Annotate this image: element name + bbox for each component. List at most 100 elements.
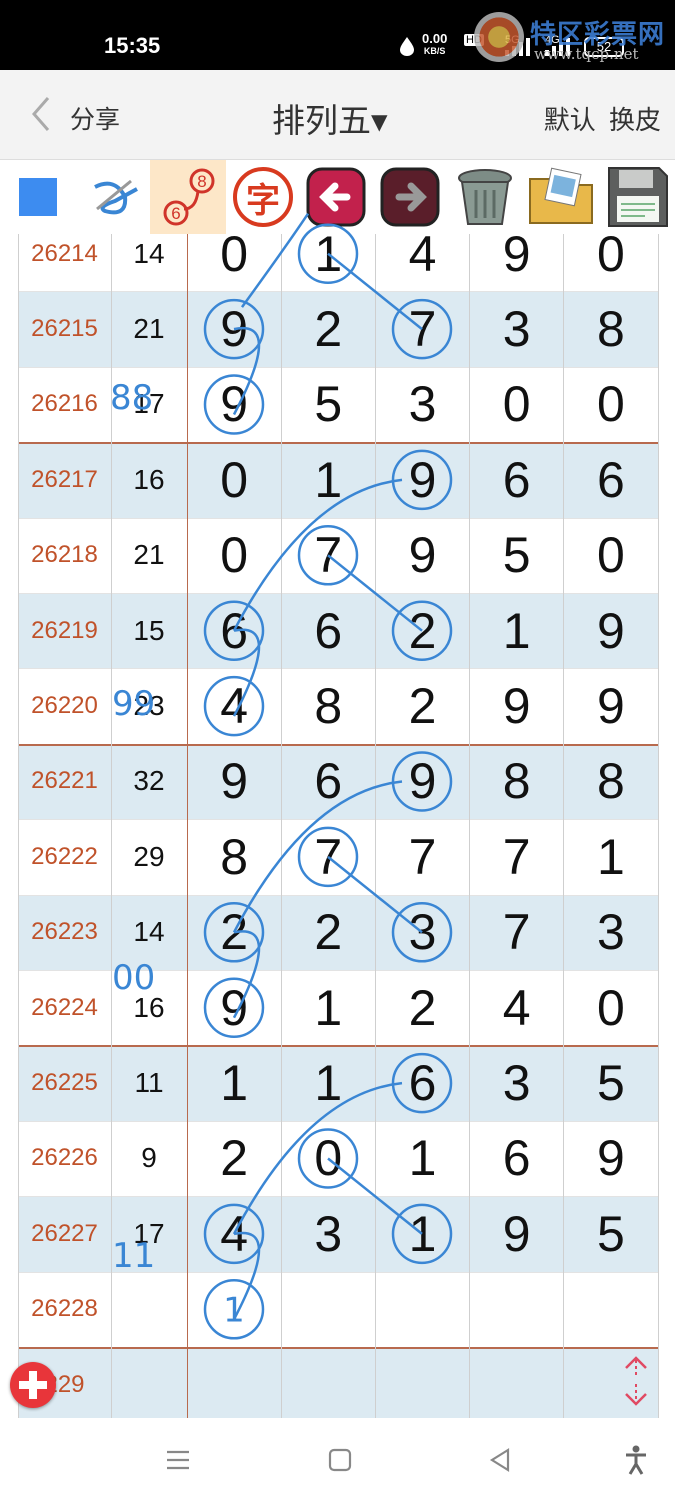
- digit-cell[interactable]: 4: [375, 234, 469, 291]
- digit-cell[interactable]: 0: [564, 518, 658, 593]
- add-row-button[interactable]: [10, 1362, 56, 1408]
- digit-cell[interactable]: 1: [564, 819, 658, 894]
- digit-cell[interactable]: 1: [281, 234, 375, 291]
- digit-cell[interactable]: 0: [187, 518, 281, 593]
- digit-cell[interactable]: 1: [375, 1196, 469, 1271]
- digit-cell[interactable]: 2: [375, 668, 469, 743]
- digit-cell[interactable]: 0: [564, 970, 658, 1045]
- digit-cell[interactable]: 5: [564, 1196, 658, 1271]
- digit-cell[interactable]: 9: [375, 442, 469, 517]
- digit-cell[interactable]: 9: [187, 367, 281, 442]
- digit-cell[interactable]: [375, 1272, 469, 1347]
- digit-cell[interactable]: [564, 1272, 658, 1347]
- digit-cell[interactable]: 3: [375, 367, 469, 442]
- digit-cell[interactable]: 7: [375, 291, 469, 366]
- digit-cell[interactable]: 1: [375, 1121, 469, 1196]
- digit-cell[interactable]: 2: [281, 895, 375, 970]
- digit-cell[interactable]: 9: [564, 593, 658, 668]
- chain-draw-tool[interactable]: 8 6: [150, 160, 226, 234]
- digit-cell[interactable]: 0: [281, 1121, 375, 1196]
- lottery-type-selector[interactable]: 排列五▾: [272, 94, 388, 142]
- digit-cell[interactable]: [470, 1272, 564, 1347]
- scroll-updown-icon[interactable]: [618, 1354, 654, 1408]
- digit-cell[interactable]: 8: [187, 819, 281, 894]
- digit-cell[interactable]: 9: [187, 291, 281, 366]
- digit-cell[interactable]: 2: [187, 1121, 281, 1196]
- digit-cell[interactable]: 2: [375, 970, 469, 1045]
- digit-cell[interactable]: 6: [281, 593, 375, 668]
- digit-cell[interactable]: 3: [470, 1045, 564, 1120]
- digit-cell[interactable]: 4: [187, 1196, 281, 1271]
- digit-cell[interactable]: 9: [470, 234, 564, 291]
- digit-cell[interactable]: [281, 1272, 375, 1347]
- digit-cell[interactable]: 7: [281, 518, 375, 593]
- digit-cell[interactable]: [281, 1347, 375, 1418]
- digit-cell[interactable]: 1: [281, 970, 375, 1045]
- image-button[interactable]: [524, 160, 598, 234]
- back-chevron-icon[interactable]: [26, 94, 56, 134]
- digit-cell[interactable]: [375, 1347, 469, 1418]
- digit-cell[interactable]: 0: [470, 367, 564, 442]
- digit-cell[interactable]: 6: [470, 1121, 564, 1196]
- digit-cell[interactable]: 7: [281, 819, 375, 894]
- digit-cell[interactable]: 2: [281, 291, 375, 366]
- digit-cell[interactable]: [470, 1347, 564, 1418]
- digit-cell[interactable]: [187, 1272, 281, 1347]
- color-picker-tool[interactable]: [8, 160, 68, 234]
- digit-cell[interactable]: 9: [187, 970, 281, 1045]
- accessibility-icon[interactable]: [622, 1444, 650, 1476]
- digit-cell[interactable]: 9: [564, 1121, 658, 1196]
- digit-cell[interactable]: 0: [187, 234, 281, 291]
- undo-button[interactable]: [302, 160, 370, 234]
- digit-cell[interactable]: 9: [375, 518, 469, 593]
- digit-cell[interactable]: 4: [470, 970, 564, 1045]
- digit-cell[interactable]: [187, 1347, 281, 1418]
- digit-cell[interactable]: 3: [375, 895, 469, 970]
- digit-cell[interactable]: 7: [375, 819, 469, 894]
- digit-cell[interactable]: 5: [564, 1045, 658, 1120]
- digit-cell[interactable]: 5: [281, 367, 375, 442]
- digit-cell[interactable]: 3: [564, 895, 658, 970]
- pen-tool[interactable]: [80, 160, 150, 234]
- digit-cell[interactable]: 9: [470, 1196, 564, 1271]
- digit-cell[interactable]: 3: [281, 1196, 375, 1271]
- digit-cell[interactable]: 2: [187, 895, 281, 970]
- digit-cell[interactable]: 1: [470, 593, 564, 668]
- clear-button[interactable]: [448, 160, 522, 234]
- default-button[interactable]: 默认: [544, 105, 596, 135]
- digit-cell[interactable]: 8: [470, 744, 564, 819]
- menu-icon[interactable]: [164, 1446, 192, 1474]
- digit-cell[interactable]: 6: [281, 744, 375, 819]
- digit-cell[interactable]: 6: [187, 593, 281, 668]
- digit-cell[interactable]: 1: [281, 442, 375, 517]
- save-button[interactable]: [600, 160, 675, 234]
- back-icon[interactable]: [486, 1446, 514, 1474]
- digit-cell[interactable]: 0: [564, 234, 658, 291]
- digit-cell[interactable]: 0: [187, 442, 281, 517]
- digit-cell[interactable]: 9: [564, 668, 658, 743]
- digit-cell[interactable]: 6: [375, 1045, 469, 1120]
- digit-cell[interactable]: 8: [281, 668, 375, 743]
- digit-cell[interactable]: 7: [470, 819, 564, 894]
- home-icon[interactable]: [326, 1446, 354, 1474]
- digit-cell[interactable]: 9: [187, 744, 281, 819]
- share-button[interactable]: 分享: [70, 100, 120, 136]
- digit-cell[interactable]: 3: [470, 291, 564, 366]
- digit-cell[interactable]: 6: [470, 442, 564, 517]
- digit-cell[interactable]: 9: [470, 668, 564, 743]
- digit-cell[interactable]: 4: [187, 668, 281, 743]
- digit-cell[interactable]: 7: [470, 895, 564, 970]
- change-skin-button[interactable]: 换皮: [609, 105, 661, 135]
- redo-button[interactable]: [376, 160, 444, 234]
- digit-cell[interactable]: 6: [564, 442, 658, 517]
- digit-cell[interactable]: 8: [564, 291, 658, 366]
- text-tool[interactable]: 字: [228, 160, 298, 234]
- digit-cell[interactable]: 8: [564, 744, 658, 819]
- digit-cell[interactable]: 5: [470, 518, 564, 593]
- digit-cell[interactable]: 9: [375, 744, 469, 819]
- digit-cell[interactable]: 0: [564, 367, 658, 442]
- digit-cell[interactable]: 1: [187, 1045, 281, 1120]
- digit-cell[interactable]: 1: [281, 1045, 375, 1120]
- digit-cell[interactable]: 2: [375, 593, 469, 668]
- trend-grid[interactable]: 26214 14 0 1 4 9 0 26215 21 9 2 7 3 8 26216 17 9 5 3 0 0 2621…: [0, 234, 675, 1418]
